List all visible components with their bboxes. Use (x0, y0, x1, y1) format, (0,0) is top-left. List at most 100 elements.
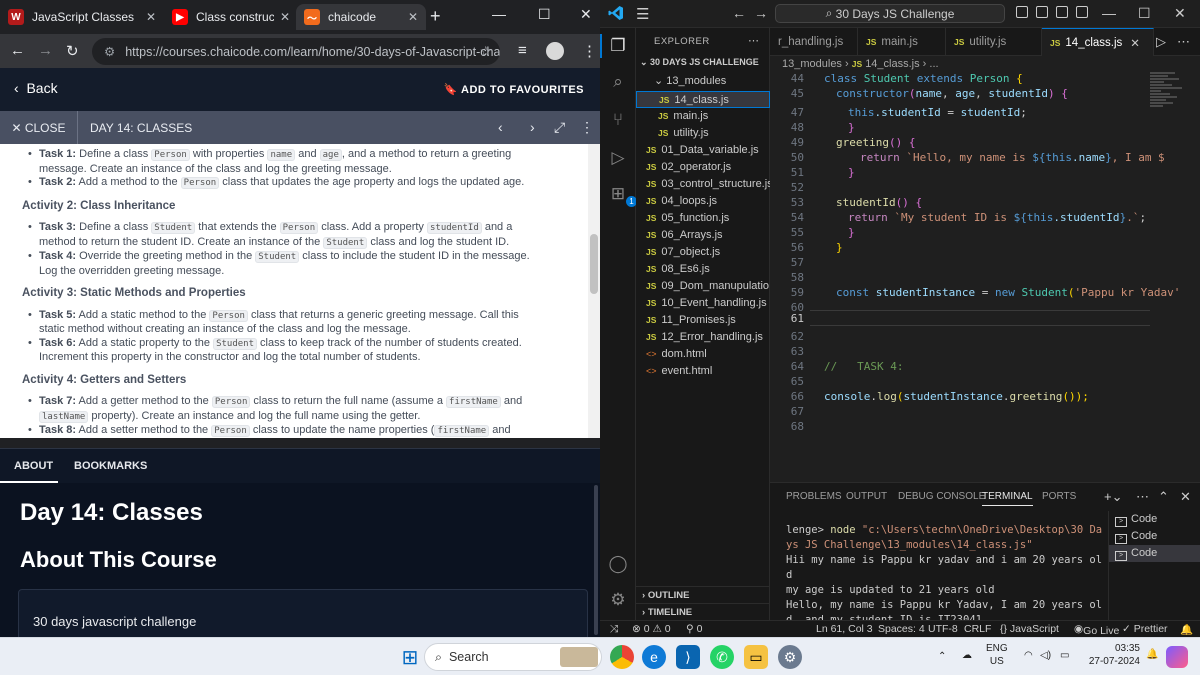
ports-status[interactable]: ⚲ 0 (686, 623, 702, 635)
terminal-instance[interactable]: > Code (1109, 545, 1200, 562)
run-debug-icon[interactable]: ▷ (608, 148, 628, 168)
file-tree-item[interactable]: JS main.js (636, 108, 770, 125)
breadcrumb-symbol[interactable]: ... (929, 58, 938, 70)
file-tree-item[interactable]: JS 03_control_structure.js (636, 176, 770, 193)
go-live-button[interactable]: ◉ Go Live (1074, 623, 1119, 637)
close-panel-icon[interactable]: ✕ (1180, 489, 1191, 505)
settings-icon[interactable]: ⚙ (778, 645, 802, 669)
notifications-bell-icon[interactable]: 🔔 (1180, 623, 1193, 636)
maximize-panel-icon[interactable]: ⌃ (1158, 489, 1169, 505)
file-tree-item[interactable]: JS 09_Dom_manupulatio... (636, 278, 770, 295)
notification-icon[interactable]: 🔔 (1146, 648, 1158, 661)
close-tab-icon[interactable]: ✕ (146, 10, 156, 24)
maximize-icon[interactable]: ☐ (1138, 5, 1151, 22)
close-tab-icon[interactable]: ✕ (408, 10, 418, 24)
extensions-icon[interactable]: ⊞ 1 (608, 184, 637, 207)
encoding-status[interactable]: UTF-8 (928, 623, 958, 635)
bookmark-star-icon[interactable]: ☆ (479, 43, 492, 60)
volume-icon[interactable]: ◁) (1040, 649, 1051, 662)
panel-tab-problems[interactable]: PROBLEMS (786, 491, 842, 502)
menu-icon[interactable]: ☰ (636, 5, 649, 23)
nav-forward-icon[interactable]: → (754, 5, 768, 21)
tab-about[interactable]: ABOUT (14, 460, 53, 472)
more-actions-icon[interactable]: ⋯ (748, 34, 759, 47)
editor-tab-main[interactable]: JS main.js (858, 28, 946, 56)
file-tree-item[interactable]: <> event.html (636, 363, 770, 380)
previous-lesson-icon[interactable]: ‹ (498, 119, 503, 135)
toggle-sidebar-icon[interactable] (1016, 6, 1028, 18)
back-arrow-icon[interactable]: ← (10, 42, 25, 59)
timeline-section[interactable]: › TIMELINE (636, 603, 770, 620)
profile-avatar[interactable] (546, 42, 564, 60)
whatsapp-icon[interactable]: ✆ (710, 645, 734, 669)
windows-start-icon[interactable]: ⊞ (398, 645, 422, 669)
media-control-icon[interactable]: ≡ (518, 42, 527, 59)
editor-tab-error-handling[interactable]: r_handling.js (770, 28, 858, 56)
content-scrollbar[interactable] (588, 144, 600, 438)
search-highlight-image[interactable] (560, 647, 598, 667)
panel-tab-terminal[interactable]: TERMINAL (982, 491, 1033, 506)
account-icon[interactable]: ◯ (608, 554, 628, 574)
maximize-icon[interactable]: ☐ (538, 6, 551, 23)
remote-icon[interactable]: ⤨ (610, 623, 618, 636)
file-tree-item[interactable]: JS 06_Arrays.js (636, 227, 770, 244)
file-tree-item[interactable]: JS 12_Error_handling.js (636, 329, 770, 346)
chrome-icon[interactable] (610, 645, 634, 669)
cursor-position[interactable]: Ln 61, Col 3 (816, 623, 873, 635)
file-tree-item[interactable]: JS utility.js (636, 125, 770, 142)
search-icon[interactable]: ⌕ (608, 72, 628, 92)
url-field[interactable]: ⚙ https://courses.chaicode.com/learn/hom… (92, 38, 500, 65)
command-center[interactable]: ⌕ 30 Days JS Challenge (775, 4, 1005, 23)
customize-layout-icon[interactable] (1076, 6, 1088, 18)
language-mode[interactable]: {} JavaScript (1000, 623, 1059, 635)
file-tree-item[interactable]: JS 01_Data_variable.js (636, 142, 770, 159)
prettier-status[interactable]: ✓ Prettier (1122, 623, 1168, 635)
close-tab-icon[interactable]: ✕ (1130, 36, 1140, 50)
back-link[interactable]: ‹ Back (14, 80, 58, 96)
indentation-status[interactable]: Spaces: 4 (878, 623, 925, 635)
panel-tab-output[interactable]: OUTPUT (846, 491, 887, 502)
browser-tab-chaicode[interactable]: 〜 chaicode ✕ (296, 4, 426, 30)
code-editor[interactable]: 44 45 47 48 49 50 51 52 53 54 55 56 57 58 59 60 61 62 63 64… (770, 72, 1200, 482)
editor-tab-14-class[interactable]: JS 14_class.js ✕ (1042, 28, 1154, 56)
close-window-icon[interactable]: ✕ (1174, 5, 1186, 22)
more-options-icon[interactable]: ⋮ (580, 119, 594, 136)
breadcrumb-file[interactable]: 14_class.js (865, 58, 919, 70)
file-tree-item[interactable]: ⌄ 13_modules (636, 73, 770, 90)
minimize-icon[interactable]: — (492, 6, 506, 22)
breadcrumb-folder[interactable]: 13_modules (782, 58, 842, 70)
clock[interactable]: 03:35 27-07-2024 (1082, 642, 1140, 668)
browser-tab-javascript-classes[interactable]: W JavaScript Classes ✕ (0, 4, 164, 30)
edge-icon[interactable]: e (642, 645, 666, 669)
file-tree-item[interactable]: JS 07_object.js (636, 244, 770, 261)
problems-status[interactable]: ⊗ 0 ⚠ 0 (632, 623, 671, 635)
file-tree-item[interactable]: JS 11_Promises.js (636, 312, 770, 329)
file-tree-item[interactable]: <> dom.html (636, 346, 770, 363)
close-lesson-button[interactable]: ✕ CLOSE (0, 111, 78, 144)
fullscreen-icon[interactable]: ⤢ (554, 119, 565, 136)
file-tree-item[interactable]: JS 05_function.js (636, 210, 770, 227)
add-to-favourites-button[interactable]: 🔖 ADD TO FAVOURITES (444, 83, 584, 96)
file-tree-item[interactable]: JS 10_Event_handling.js (636, 295, 770, 312)
toggle-panel-icon[interactable] (1036, 6, 1048, 18)
terminal-instance[interactable]: > Code (1109, 528, 1200, 545)
outline-section[interactable]: › OUTLINE (636, 586, 770, 603)
next-lesson-icon[interactable]: › (530, 119, 535, 135)
panel-tab-ports[interactable]: PORTS (1042, 491, 1076, 502)
source-control-icon[interactable]: ⑂ (608, 110, 628, 130)
forward-arrow-icon[interactable]: → (38, 42, 53, 59)
close-tab-icon[interactable]: ✕ (280, 10, 290, 24)
editor-tab-utility[interactable]: JS utility.js (946, 28, 1042, 56)
file-tree-item[interactable]: JS 08_Es6.js (636, 261, 770, 278)
minimap[interactable] (1150, 72, 1186, 172)
page-scrollbar[interactable] (594, 485, 598, 635)
file-tree-item[interactable]: JS 02_operator.js (636, 159, 770, 176)
browser-tab-class-constructor[interactable]: ▶ Class constructor ✕ (164, 4, 298, 30)
workspace-root[interactable]: ⌄ 30 DAYS JS CHALLENGE (636, 54, 770, 71)
site-info-icon[interactable]: ⚙ (104, 44, 115, 59)
new-terminal-icon[interactable]: +⌄ (1104, 489, 1122, 505)
more-actions-icon[interactable]: ⋯ (1136, 489, 1149, 505)
toggle-secondary-sidebar-icon[interactable] (1056, 6, 1068, 18)
browser-menu-icon[interactable]: ⋮ (582, 42, 597, 60)
new-tab-button[interactable]: + (430, 6, 441, 27)
